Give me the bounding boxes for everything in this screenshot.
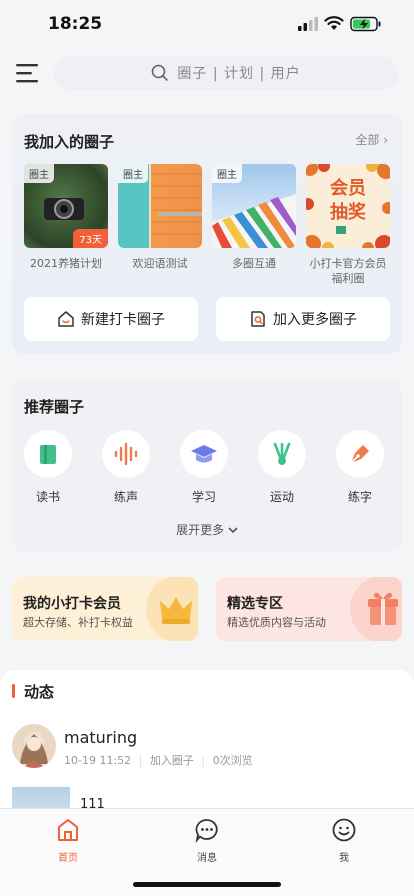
category-voice[interactable]: 练声 [100,430,152,505]
owner-badge: 圈主 [118,164,148,183]
tab-label: 首页 [58,853,78,864]
category-sports[interactable]: 运动 [256,430,308,505]
message-icon [195,819,218,844]
wifi-icon [324,16,344,30]
circle-item[interactable]: 圈主 欢迎语测试 [118,164,202,271]
status-time: 18:25 [48,14,103,34]
avatar[interactable] [12,724,56,768]
shuttlecock-icon [258,430,306,478]
chevron-right-icon: › [383,133,388,147]
circle-item[interactable]: 会员 抽奖 小打卡官方会员福利圈 [306,164,390,286]
category-label: 运动 [269,490,294,504]
post-username[interactable]: maturing [64,728,137,747]
house-add-icon [58,311,74,327]
featured-promo-subtitle: 精选优质内容与活动 [227,616,326,629]
category-label: 练声 [113,490,138,504]
post-time: 10-19 11:52 [64,754,132,767]
meta-separator: | [138,754,143,767]
owner-badge: 圈主 [212,164,242,183]
graduation-cap-icon [180,430,228,478]
status-bar: 18:25 [0,0,414,48]
search-placeholder: 圈子 | 计划 | 用户 [177,66,301,82]
my-circles-title: 我加入的圈子 [24,133,115,151]
category-label: 读书 [35,490,60,504]
featured-promo-card[interactable]: 精选专区 精选优质内容与活动 [216,577,402,641]
category-label: 学习 [191,490,216,504]
meta-separator: | [201,754,206,767]
section-accent-bar [12,684,15,698]
circle-thumbnail: 圈主 [118,164,202,248]
member-promo-title: 我的小打卡会员 [23,596,121,612]
circle-thumbnail: 圈主 73天 [24,164,108,248]
join-more-circles-button[interactable]: 加入更多圈子 [216,297,390,341]
my-circles-card: 我加入的圈子 全部 › 圈主 73天 2021养猪计划 圈主 欢迎语测试 圈主 … [12,114,402,354]
expand-more-button[interactable]: 展开更多 [12,521,402,538]
promo-image-text-line2: 抽奖 [330,202,366,223]
create-circle-label: 新建打卡圈子 [81,312,165,328]
gift-icon [350,577,402,641]
category-study[interactable]: 学习 [178,430,230,505]
tab-me[interactable]: 我 [314,817,374,864]
member-promo-subtitle: 超大存储、补打卡权益 [23,616,133,629]
recommended-circles-card: 推荐圈子 读书 练声 学习 运动 练字 展开更多 [12,380,402,552]
category-calligraphy[interactable]: 练字 [334,430,386,505]
promo-image-text-line1: 会员 [330,178,366,199]
book-icon [24,430,72,478]
circle-item[interactable]: 圈主 73天 2021养猪计划 [24,164,108,271]
home-icon [58,819,78,841]
battery-charging-icon [350,16,381,32]
member-promo-card[interactable]: 我的小打卡会员 超大存储、补打卡权益 [12,577,198,641]
home-indicator [133,882,281,887]
category-reading[interactable]: 读书 [22,430,74,505]
all-link-label: 全部 [355,133,380,147]
owner-badge: 圈主 [24,164,54,183]
search-icon [152,64,169,81]
tab-home[interactable]: 首页 [38,817,98,864]
circle-name: 欢迎语测试 [132,257,188,270]
cellular-signal-icon [298,17,318,31]
join-more-label: 加入更多圈子 [273,312,357,328]
pen-nib-icon [336,430,384,478]
tab-label: 消息 [197,853,217,864]
smile-icon [332,818,356,842]
tab-label: 我 [339,853,349,864]
sound-wave-icon [102,430,150,478]
expand-more-label: 展开更多 [176,523,225,537]
all-circles-link[interactable]: 全部 › [355,131,388,148]
search-document-icon [251,311,265,327]
post-views: 0次浏览 [212,754,253,767]
category-label: 练字 [347,490,372,504]
recommend-title: 推荐圈子 [24,398,85,416]
crown-icon [146,577,198,641]
circle-name: 多圈互通 [232,257,276,270]
create-circle-button[interactable]: 新建打卡圈子 [24,297,198,341]
featured-promo-title: 精选专区 [227,596,283,612]
post-action: 加入圈子 [149,754,194,767]
menu-icon[interactable] [14,60,42,86]
tab-messages[interactable]: 消息 [177,817,237,864]
circle-thumbnail: 会员 抽奖 [306,164,390,248]
circle-item[interactable]: 圈主 多圈互通 [212,164,296,271]
feed-title: 动态 [24,683,55,701]
circle-name: 小打卡官方会员福利圈 [309,257,387,285]
post-meta: 10-19 11:52 | 加入圈子 | 0次浏览 [64,752,253,768]
chevron-down-icon [228,527,238,534]
search-bar[interactable]: 圈子 | 计划 | 用户 [54,56,398,90]
circle-thumbnail: 圈主 [212,164,296,248]
app-screen: 18:25 圈子 | 计划 | 用户 我加入的圈子 全部 › 圈主 73天 20… [0,0,414,896]
circle-name: 2021养猪计划 [30,257,102,270]
days-badge: 73天 [73,229,108,248]
